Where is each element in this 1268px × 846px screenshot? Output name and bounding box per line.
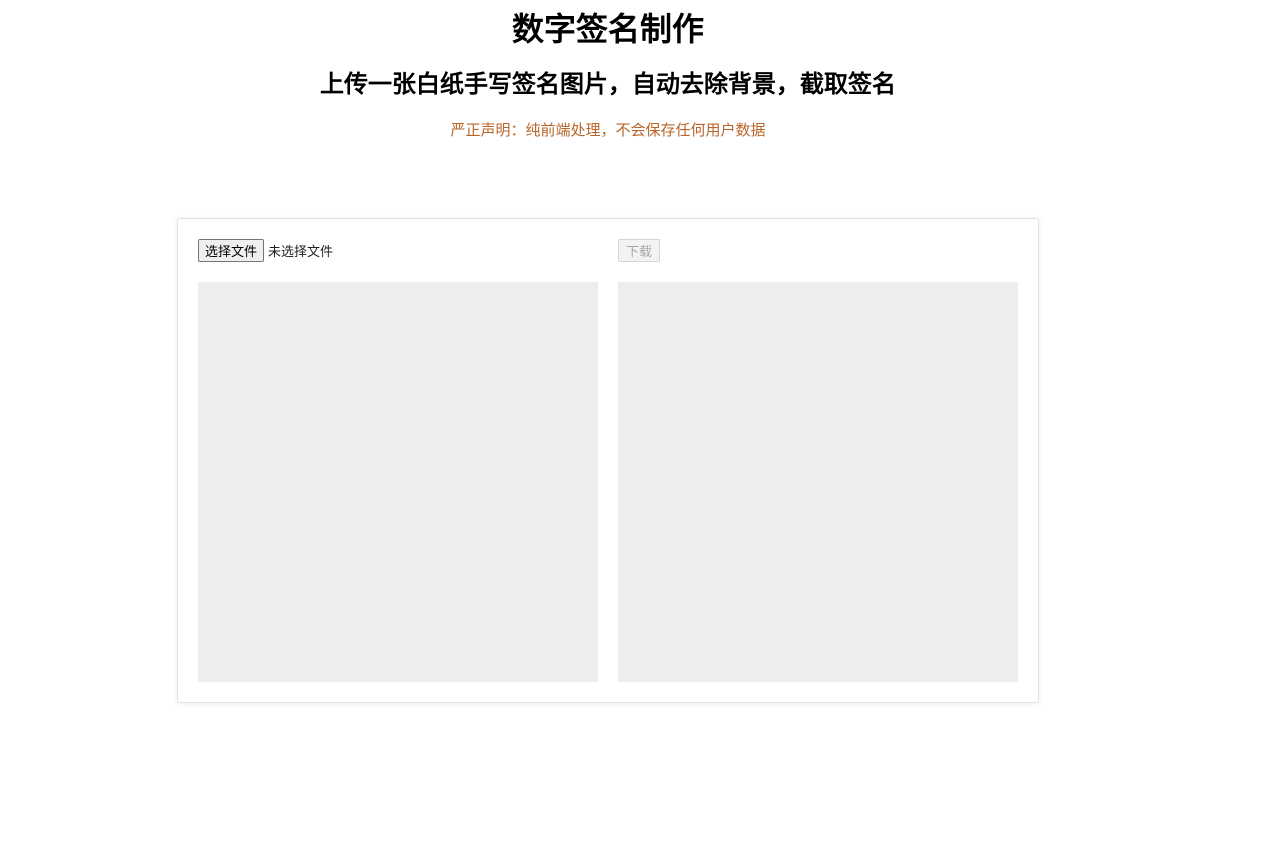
file-input[interactable]: 选择文件 未选择文件 <box>198 239 333 262</box>
signature-card: 选择文件 未选择文件 下载 <box>177 218 1039 703</box>
page-title: 数字签名制作 <box>511 10 704 48</box>
file-status-text: 未选择文件 <box>268 245 334 260</box>
page-subtitle: 上传一张白纸手写签名图片，自动去除背景，截取签名 <box>320 70 896 98</box>
choose-file-button[interactable]: 选择文件 <box>198 239 265 262</box>
page: 数字签名制作 上传一张白纸手写签名图片，自动去除背景，截取签名 严正声明：纯前端… <box>0 0 1268 846</box>
result-signature-panel <box>618 282 1018 682</box>
download-button[interactable]: 下载 <box>618 239 661 262</box>
source-image-panel <box>198 282 598 682</box>
privacy-notice: 严正声明：纯前端处理，不会保存任何用户数据 <box>450 121 766 139</box>
